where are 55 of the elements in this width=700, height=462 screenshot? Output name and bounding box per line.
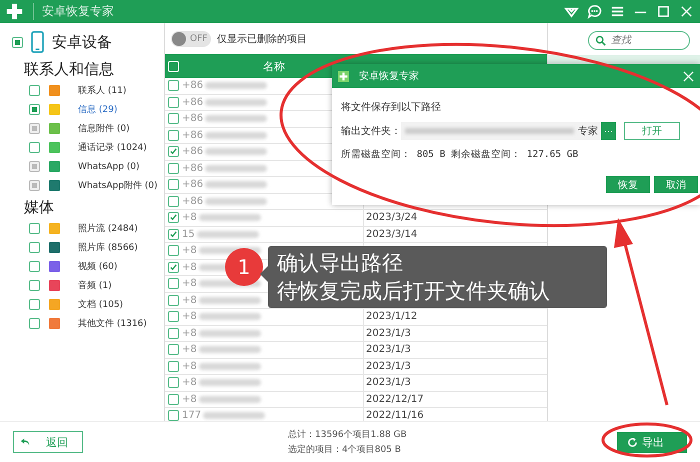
phone-number: +86 xyxy=(182,96,204,108)
tooltip-text: 确认导出路径 xyxy=(277,250,404,277)
group-heading: 媒体 xyxy=(24,197,55,217)
phone-number: 177 xyxy=(182,410,202,421)
search-field[interactable]: 查找 xyxy=(588,31,690,50)
phone-number: +8 xyxy=(182,212,197,224)
back-button[interactable]: 返回 xyxy=(13,431,83,453)
phone-number: +86 xyxy=(182,113,204,124)
phone-number: +8 xyxy=(182,294,197,306)
phone-number: +8 xyxy=(182,377,197,388)
phone-number: +8 xyxy=(182,311,197,322)
category-item[interactable]: 照片库 (8566) xyxy=(78,241,138,254)
category-item[interactable]: 其他文件 (1316) xyxy=(78,317,147,330)
category-item[interactable]: 通话记录 (1024) xyxy=(78,141,147,154)
date-cell: 2022/12/17 xyxy=(366,394,424,405)
dialog-title: 安卓恢复专家 xyxy=(359,70,419,83)
category-item[interactable]: 信息 (29) xyxy=(78,103,118,116)
phone-number: +8 xyxy=(182,394,197,405)
group-heading: 联系人和信息 xyxy=(24,59,115,79)
category-item[interactable]: 视频 (60) xyxy=(78,260,118,273)
filter-label: 仅显示已删除的项目 xyxy=(217,32,307,46)
date-cell: 2023/1/12 xyxy=(366,311,418,322)
phone-number: +8 xyxy=(182,245,197,256)
phone-number: +86 xyxy=(182,162,204,174)
date-cell: 2023/1/3 xyxy=(366,360,411,372)
folder-label: 输出文件夹： xyxy=(341,124,401,138)
phone-number: +86 xyxy=(182,179,204,190)
disk-space-text: 所需磁盘空间： 805 B 剩余磁盘空间： 127.65 GB xyxy=(341,148,580,161)
date-cell: 2023/3/24 xyxy=(366,212,418,224)
phone-number: +8 xyxy=(182,262,197,273)
category-item[interactable]: 文档 (105) xyxy=(78,298,124,311)
phone-number: +8 xyxy=(182,344,197,356)
phone-number: +8 xyxy=(182,278,197,290)
category-item[interactable]: 联系人 (11) xyxy=(78,84,126,97)
phone-number: +86 xyxy=(182,80,204,92)
phone-number: +8 xyxy=(182,360,197,372)
phone-number: +8 xyxy=(182,328,197,339)
date-cell: 2023/1/3 xyxy=(366,377,411,388)
category-item[interactable]: 音频 (1) xyxy=(78,279,112,292)
date-cell: 2023/1/3 xyxy=(366,344,411,356)
summary-text: 选定的项目：4个项目805 B xyxy=(288,444,402,456)
tooltip-text: 待恢复完成后打开文件夹确认 xyxy=(277,278,551,305)
summary-text: 总计：13596个项目1.88 GB xyxy=(288,428,407,441)
device-label: 安卓设备 xyxy=(52,32,112,52)
date-cell: 2023/1/3 xyxy=(366,328,411,339)
category-item[interactable]: 照片流 (2484) xyxy=(78,222,138,235)
phone-number: +86 xyxy=(182,130,204,141)
date-cell: 2022/11/16 xyxy=(366,410,424,421)
folder-path-field[interactable]: 专家 xyxy=(401,122,601,140)
phone-number: 15 xyxy=(182,228,195,240)
phone-number: +86 xyxy=(182,196,204,207)
date-cell: 2023/3/14 xyxy=(366,228,418,240)
dialog-message: 将文件保存到以下路径 xyxy=(341,100,442,114)
window-title: 安卓恢复专家 xyxy=(33,3,114,20)
phone-number: +86 xyxy=(182,146,204,158)
